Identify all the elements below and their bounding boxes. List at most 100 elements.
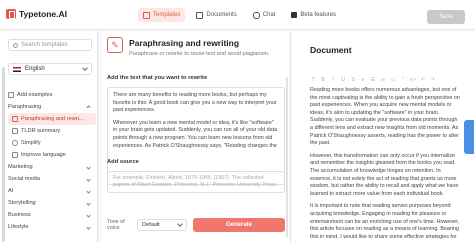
document-panel: Document T B I U S ≡ ☰ ∞ ▭ " <> ↶ ↷ Read… [292, 31, 474, 242]
chevron-up-icon [86, 104, 91, 110]
sidebar-item-label: Improve language [21, 152, 66, 158]
document-paragraph: However, this transformation can only oc… [310, 152, 459, 197]
font-icon[interactable]: T [310, 77, 316, 83]
chevron-down-icon [86, 224, 91, 230]
image-icon[interactable]: ▭ [390, 77, 396, 83]
sidebar-category-ai[interactable]: AI [8, 185, 96, 197]
text-field-label: Add the text that you want to rewrite [107, 75, 208, 81]
document-icon [196, 11, 204, 19]
redo-icon[interactable]: ↷ [430, 77, 436, 83]
pen-icon: ✎ [107, 37, 123, 53]
sidebar: Search templates English Add examples Pa… [0, 31, 98, 242]
sidebar-category-business[interactable]: Business [8, 209, 96, 221]
sidebar-item-tldr-summary[interactable]: TLDR summary [8, 125, 96, 137]
sidebar-item-label: AI [8, 188, 14, 194]
logo-icon [6, 9, 16, 19]
tab-label: Beta features [300, 12, 337, 18]
tab-label: Documents [206, 12, 237, 18]
template-panel: ✎ Paraphrasing and rewriting Paraphrase … [101, 31, 291, 242]
language-icon [12, 152, 18, 158]
plus-icon [8, 92, 14, 98]
search-input[interactable]: Search templates [8, 39, 92, 51]
sidebar-category-marketing[interactable]: Marketing [8, 161, 96, 173]
code-icon[interactable]: <> [410, 77, 416, 83]
sidebar-item-label: Business [8, 212, 31, 218]
search-icon [13, 42, 18, 48]
language-select[interactable]: English [8, 63, 92, 75]
sidebar-category-social-media[interactable]: Social media [8, 173, 96, 185]
editor-toolbar: T B I U S ≡ ☰ ∞ ▭ " <> ↶ ↷ [310, 75, 468, 85]
pen-icon [12, 116, 18, 122]
list-icon[interactable]: ≡ [360, 77, 366, 83]
sidebar-scrollbar[interactable] [2, 67, 5, 242]
tone-select[interactable]: Default [137, 219, 187, 231]
document-title: Document [310, 45, 352, 55]
logo[interactable]: Typetone.AI [6, 9, 67, 19]
chat-icon [252, 11, 260, 19]
simplify-icon [12, 140, 18, 146]
brand-name: Typetone.AI [19, 9, 68, 19]
sidebar-item-label: TLDR summary [21, 128, 61, 134]
chevron-down-icon [86, 188, 91, 194]
sidebar-item-label: Social media [8, 176, 41, 182]
tab-label: Templates [153, 12, 181, 18]
chevron-down-icon [86, 176, 91, 182]
sidebar-item-label: Add examples [17, 92, 53, 98]
tool-subtitle: Paraphrase or rewrite to reuse text and … [129, 51, 270, 57]
main-nav: Templates Documents Chat Beta features [138, 8, 341, 22]
sidebar-item-label: Lifestyle [8, 224, 29, 230]
sidebar-item-label: Marketing [8, 164, 33, 170]
chevron-down-icon [86, 200, 91, 206]
source-field-label: Add source [107, 159, 139, 165]
sidebar-item-improve-language[interactable]: Improve language [8, 149, 96, 161]
uk-flag-icon [13, 66, 21, 72]
sidebar-category-lifestyle[interactable]: Lifestyle [8, 221, 96, 233]
save-button[interactable]: Save [427, 10, 465, 24]
beta-icon [291, 12, 298, 18]
chevron-down-icon [82, 65, 88, 71]
tab-documents[interactable]: Documents [191, 8, 241, 22]
strikethrough-icon[interactable]: S [350, 77, 356, 83]
sidebar-item-simplify[interactable]: Simplify [8, 137, 96, 149]
templates-icon [143, 11, 150, 19]
underline-icon[interactable]: U [340, 77, 346, 83]
tool-title: Paraphrasing and rewriting [129, 38, 240, 48]
summary-icon [12, 128, 18, 134]
feedback-tab[interactable] [464, 120, 474, 154]
input-paragraph: There are many benefits to reading more … [113, 92, 277, 114]
sidebar-item-label: Simplify [21, 140, 41, 146]
sidebar-item-label: Storytelling [8, 200, 36, 206]
quote-icon[interactable]: " [400, 77, 406, 83]
chevron-down-icon [86, 212, 91, 218]
tone-label: Tone of voice [107, 219, 125, 231]
sidebar-item-label: Paraphrasing [8, 104, 42, 110]
top-bar: Typetone.AI Templates Documents Chat Bet… [0, 0, 474, 30]
sidebar-category-paraphrasing[interactable]: Paraphrasing [8, 101, 96, 113]
italic-icon[interactable]: I [330, 77, 336, 83]
sidebar-category-storytelling[interactable]: Storytelling [8, 197, 96, 209]
document-body[interactable]: Reading more books offers numerous advan… [310, 87, 460, 239]
chevron-down-icon [177, 221, 183, 227]
link-icon[interactable]: ∞ [380, 77, 386, 83]
source-input[interactable]: For example, Einstein, Albert, 1879-1955… [107, 171, 285, 193]
sidebar-item-paraphrasing-rewriting[interactable]: Paraphrasing and rewri... [8, 113, 96, 125]
tone-value: Default [142, 222, 160, 228]
generate-bar: Tone of voice Default Generate [107, 218, 285, 232]
tab-label: Chat [262, 12, 276, 18]
tab-beta-features[interactable]: Beta features [286, 8, 341, 22]
document-paragraph: Reading more books offers numerous advan… [310, 87, 460, 147]
panel-scrollbar[interactable] [286, 77, 288, 237]
undo-icon[interactable]: ↶ [420, 77, 426, 83]
numbered-list-icon[interactable]: ☰ [370, 77, 376, 83]
input-paragraph: Whenever you learn a new mental model or… [113, 119, 278, 149]
generate-button[interactable]: Generate [193, 218, 285, 232]
sidebar-item-label: Paraphrasing and rewri... [21, 116, 84, 122]
bold-icon[interactable]: B [320, 77, 326, 83]
tool-header: ✎ Paraphrasing and rewriting Paraphrase … [107, 37, 270, 57]
template-list: Add examples Paraphrasing Paraphrasing a… [8, 89, 96, 233]
sidebar-item-add-examples[interactable]: Add examples [8, 89, 96, 101]
document-paragraph: It is important to note that reading ser… [310, 203, 460, 239]
tab-templates[interactable]: Templates [138, 8, 186, 22]
language-value: English [25, 66, 45, 72]
tab-chat[interactable]: Chat [248, 8, 281, 22]
